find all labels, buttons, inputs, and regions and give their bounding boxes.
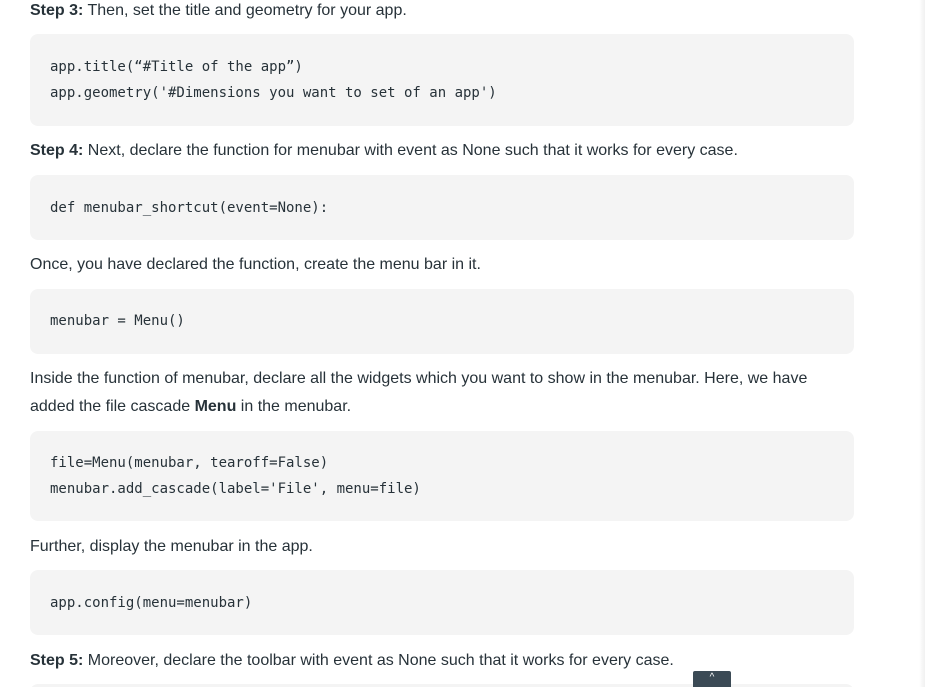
step-5-paragraph: Step 5: Moreover, declare the toolbar wi…: [30, 647, 674, 675]
code-block-file-cascade[interactable]: file=Menu(menubar, tearoff=False) menuba…: [30, 431, 854, 521]
widgets-paragraph: Inside the function of menubar, declare …: [30, 365, 854, 421]
step-3-label: Step 3:: [30, 2, 84, 19]
scroll-to-top-button[interactable]: ^: [693, 671, 731, 687]
step-3-paragraph: Step 3: Then, set the title and geometry…: [30, 0, 407, 25]
code-line: app.title(“#Title of the app”): [50, 59, 303, 75]
code-block-menubar-create[interactable]: menubar = Menu(): [30, 289, 854, 354]
step-5-text: Moreover, declare the toolbar with event…: [83, 652, 674, 669]
step-5-label: Step 5:: [30, 652, 84, 669]
step-3-text: Then, set the title and geometry for you…: [83, 2, 407, 19]
step-4-paragraph: Step 4: Next, declare the function for m…: [30, 137, 738, 165]
code-line: app.geometry('#Dimensions you want to se…: [50, 85, 497, 101]
code-block-config[interactable]: app.config(menu=menubar): [30, 570, 854, 635]
widgets-text-after: in the menubar.: [236, 398, 352, 415]
code-block-title-geometry[interactable]: app.title(“#Title of the app”) app.geome…: [30, 34, 854, 126]
code-line: file=Menu(menubar, tearoff=False): [50, 455, 329, 471]
code-line: def menubar_shortcut(event=None):: [50, 200, 329, 216]
step-4-label: Step 4:: [30, 142, 84, 159]
code-line: menubar.add_cascade(label='File', menu=f…: [50, 481, 421, 497]
page-edge-shadow: [919, 0, 925, 687]
declared-function-paragraph: Once, you have declared the function, cr…: [30, 256, 481, 273]
step-4-text: Next, declare the function for menubar w…: [83, 142, 738, 159]
code-block-menubar-function[interactable]: def menubar_shortcut(event=None):: [30, 175, 854, 240]
code-line: menubar = Menu(): [50, 313, 185, 329]
code-line: app.config(menu=menubar): [50, 595, 253, 611]
chevron-up-icon: ^: [709, 672, 715, 683]
display-menubar-paragraph: Further, display the menubar in the app.: [30, 538, 313, 555]
widgets-text-before: Inside the function of menubar, declare …: [30, 370, 808, 415]
menu-bold-term: Menu: [194, 398, 237, 415]
